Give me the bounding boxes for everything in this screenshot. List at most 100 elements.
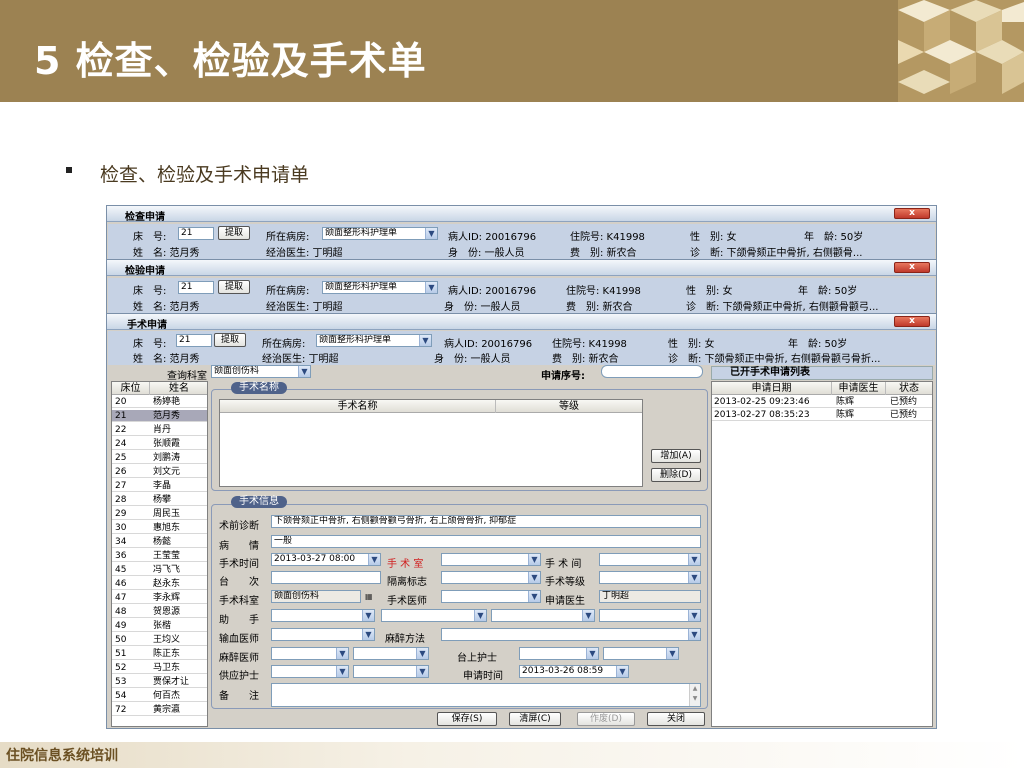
chevron-down-icon[interactable]: ▼ (416, 666, 428, 677)
anesthesia-doctor-1-select[interactable]: ▼ (271, 647, 349, 660)
scrub-nurse-2-select[interactable]: ▼ (603, 647, 679, 660)
surgery-dept-input[interactable]: 颌面创伤科 (271, 590, 361, 603)
chevron-down-icon[interactable]: ▼ (336, 648, 348, 659)
delete-surgery-button[interactable]: 删除(D) (651, 468, 701, 482)
table-row[interactable]: 50 王均义 (112, 634, 207, 646)
surgery-time-select[interactable]: 2013-03-27 08:00 ▼ (271, 553, 381, 566)
fetch-button[interactable]: 提取 (218, 280, 250, 294)
table-row[interactable]: 27 李晶 (112, 480, 207, 492)
chevron-down-icon[interactable]: ▼ (582, 610, 594, 621)
bed-input[interactable]: 21 (178, 281, 214, 294)
bed-cell: 26 (115, 467, 127, 477)
save-button[interactable]: 保存(S) (437, 712, 497, 726)
assistant-2-select[interactable]: ▼ (381, 609, 487, 622)
serial-input[interactable] (601, 365, 703, 378)
table-row[interactable]: 26 刘文元 (112, 466, 207, 478)
request-time-select[interactable]: 2013-03-26 08:59 ▼ (519, 665, 629, 678)
bed-cell: 21 (115, 411, 127, 421)
bed-input[interactable]: 21 (176, 334, 212, 347)
lookup-icon[interactable]: ▦ (365, 592, 373, 601)
table-row[interactable]: 51 陈正东 (112, 648, 207, 660)
close-button[interactable]: x (894, 208, 930, 219)
assistant-4-select[interactable]: ▼ (599, 609, 701, 622)
chevron-down-icon[interactable]: ▼ (298, 366, 310, 377)
surgeon-select[interactable]: ▼ (441, 590, 541, 603)
chevron-down-icon[interactable]: ▼ (666, 648, 678, 659)
query-dept-select[interactable]: 颌面创伤科 ▼ (211, 365, 311, 378)
chevron-down-icon[interactable]: ▼ (688, 610, 700, 621)
table-row[interactable]: 46 赵永东 (112, 578, 207, 590)
bed-input[interactable]: 21 (178, 227, 214, 240)
close-form-button[interactable]: 关闭 (647, 712, 705, 726)
supply-nurse-2-select[interactable]: ▼ (353, 665, 429, 678)
pre-diagnosis-input[interactable]: 下颌骨颏正中骨折, 右侧颧骨颧弓骨折, 右上颌骨骨折, 抑郁症 (271, 515, 701, 528)
request-doctor-input[interactable]: 丁明超 (599, 590, 701, 603)
table-row[interactable]: 52 马卫东 (112, 662, 207, 674)
supply-nurse-1-select[interactable]: ▼ (271, 665, 349, 678)
transfusion-doctor-select[interactable]: ▼ (271, 628, 375, 641)
bed-cell: 28 (115, 495, 127, 505)
anesthesia-method-select[interactable]: ▼ (441, 628, 701, 641)
table-row[interactable]: 24 张顺霞 (112, 438, 207, 450)
condition-input[interactable]: 一般 (271, 535, 701, 548)
ward-select[interactable]: 颌面整形科护理单 ▼ (322, 281, 438, 294)
isolation-select[interactable]: ▼ (441, 571, 541, 584)
chevron-down-icon[interactable]: ▼ (368, 554, 380, 565)
close-button[interactable]: x (894, 262, 930, 273)
scrollbar[interactable]: ▲ ▼ (689, 684, 700, 706)
chevron-down-icon[interactable]: ▼ (528, 572, 540, 583)
anesthesia-doctor-2-select[interactable]: ▼ (353, 647, 429, 660)
chevron-down-icon[interactable]: ▼ (425, 282, 437, 293)
table-row[interactable]: 49 张楷 (112, 620, 207, 632)
slide-subtitle: 检查、检验及手术申请单 (100, 164, 310, 186)
chevron-down-icon[interactable]: ▼ (425, 228, 437, 239)
table-row[interactable]: 2013-02-25 09:23:46 陈辉 已预约 (712, 396, 932, 408)
table-row[interactable]: 30 惠旭东 (112, 522, 207, 534)
chevron-down-icon[interactable]: ▼ (416, 648, 428, 659)
chevron-down-icon[interactable]: ▼ (419, 335, 431, 346)
table-row[interactable]: 20 杨婷艳 (112, 396, 207, 408)
table-row[interactable]: 25 刘鹏涛 (112, 452, 207, 464)
seat-order-input[interactable] (271, 571, 381, 584)
chevron-down-icon[interactable]: ▼ (688, 572, 700, 583)
name-cell: 杨婷艳 (153, 397, 181, 407)
chevron-down-icon[interactable]: ▼ (688, 554, 700, 565)
remarks-textarea[interactable]: ▲ ▼ (271, 683, 701, 707)
chevron-down-icon[interactable]: ▼ (688, 629, 700, 640)
table-row[interactable]: 22 肖丹 (112, 424, 207, 436)
chevron-down-icon[interactable]: ▼ (528, 591, 540, 602)
scrub-nurse-1-select[interactable]: ▼ (519, 647, 599, 660)
chevron-down-icon[interactable]: ▼ (586, 648, 598, 659)
void-button[interactable]: 作废(D) (577, 712, 635, 726)
chevron-down-icon[interactable]: ▼ (474, 610, 486, 621)
table-row[interactable]: 48 贺恩源 (112, 606, 207, 618)
table-row[interactable]: 36 王莹莹 (112, 550, 207, 562)
chevron-down-icon[interactable]: ▼ (528, 554, 540, 565)
table-row[interactable]: 47 李永辉 (112, 592, 207, 604)
chevron-down-icon[interactable]: ▼ (362, 629, 374, 640)
table-row[interactable]: 53 贾保才让 (112, 676, 207, 688)
fetch-button[interactable]: 提取 (214, 333, 246, 347)
ward-select[interactable]: 颌面整形科护理单 ▼ (316, 334, 432, 347)
surgery-room-select[interactable]: ▼ (599, 553, 701, 566)
table-row[interactable]: 28 杨攀 (112, 494, 207, 506)
ward-select[interactable]: 颌面整形科护理单 ▼ (322, 227, 438, 240)
add-surgery-button[interactable]: 增加(A) (651, 449, 701, 463)
operating-room-select[interactable]: ▼ (441, 553, 541, 566)
assistant-1-select[interactable]: ▼ (271, 609, 375, 622)
table-row[interactable]: 21 范月秀 (112, 410, 207, 422)
fetch-button[interactable]: 提取 (218, 226, 250, 240)
table-row[interactable]: 45 冯飞飞 (112, 564, 207, 576)
close-button[interactable]: x (894, 316, 930, 327)
table-row[interactable]: 34 杨懿 (112, 536, 207, 548)
table-row[interactable]: 2013-02-27 08:35:23 陈辉 已预约 (712, 409, 932, 421)
assistant-3-select[interactable]: ▼ (491, 609, 595, 622)
chevron-down-icon[interactable]: ▼ (362, 610, 374, 621)
table-row[interactable]: 72 黄宗瀛 (112, 704, 207, 716)
surgery-level-select[interactable]: ▼ (599, 571, 701, 584)
table-row[interactable]: 54 何百杰 (112, 690, 207, 702)
chevron-down-icon[interactable]: ▼ (336, 666, 348, 677)
chevron-down-icon[interactable]: ▼ (616, 666, 628, 677)
table-row[interactable]: 29 周民玉 (112, 508, 207, 520)
clear-button[interactable]: 清屏(C) (509, 712, 561, 726)
